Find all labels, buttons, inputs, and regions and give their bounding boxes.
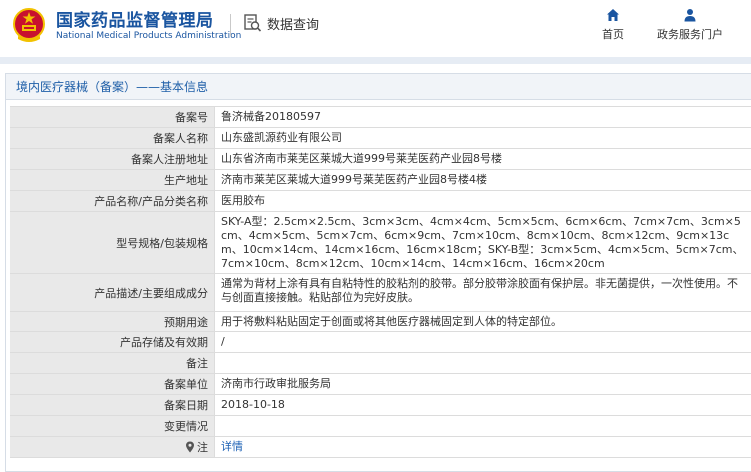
field-label: 产品名称/产品分类名称 (10, 191, 215, 211)
user-icon (684, 9, 696, 22)
brand-subtitle: National Medical Products Administration (56, 31, 242, 41)
field-value: 通常为背材上涂有具有自粘特性的胶粘剂的胶带。部分胶带涂胶面有保护层。非无菌提供，… (221, 277, 738, 304)
field-label: 生产地址 (10, 170, 215, 190)
field-value: SKY-A型：2.5cm×2.5cm、3cm×3cm、4cm×4cm、5cm×5… (221, 215, 744, 270)
table-row: 备案号 鲁济械备20180597 (10, 106, 751, 127)
nav-portal-label: 政务服务门户 (657, 28, 723, 41)
field-value: 山东盛凯源药业有限公司 (221, 131, 342, 144)
details-link[interactable]: 详情 (221, 440, 243, 454)
field-label: 预期用途 (10, 312, 215, 331)
table-row: 生产地址 济南市莱芜区莱城大道999号莱芜医药产业园8号楼4楼 (10, 169, 751, 190)
breadcrumb: 境内医疗器械（备案）——基本信息 (6, 74, 751, 100)
nav-home[interactable]: 首页 (602, 8, 624, 42)
nav-home-label: 首页 (602, 28, 624, 41)
table-row: 备注 (10, 352, 751, 373)
field-value: 医用胶布 (221, 194, 265, 207)
table-row: 备案人注册地址 山东省济南市莱芜区莱城大道999号莱芜医药产业园8号楼 (10, 148, 751, 169)
field-label: 型号规格/包装规格 (10, 212, 215, 273)
note-label-cell: 注 (10, 437, 215, 457)
field-value: 济南市莱芜区莱城大道999号莱芜医药产业园8号楼4楼 (221, 173, 487, 186)
table-row: 产品描述/主要组成成分 通常为背材上涂有具有自粘特性的胶粘剂的胶带。部分胶带涂胶… (10, 273, 751, 311)
field-label: 备案人名称 (10, 128, 215, 148)
field-label: 产品描述/主要组成成分 (10, 274, 215, 311)
site-header: 国家药品监督管理局 National Medical Products Admi… (0, 0, 751, 57)
field-value: 2018-10-18 (221, 398, 285, 411)
field-value: 用于将敷料粘贴固定于创面或将其他医疗器械固定到人体的特定部位。 (221, 314, 562, 328)
field-value: / (221, 335, 225, 348)
field-label: 注 (197, 441, 208, 454)
data-query-link[interactable]: 数据查询 (243, 13, 319, 33)
field-value (215, 416, 751, 436)
field-label: 备案单位 (10, 374, 215, 394)
national-emblem-icon[interactable] (12, 6, 46, 44)
brand-title[interactable]: 国家药品监督管理局 (56, 6, 214, 31)
header-divider (0, 57, 751, 64)
home-icon (607, 9, 619, 21)
search-icon (244, 14, 262, 32)
field-label: 备案日期 (10, 395, 215, 415)
field-label: 产品存储及有效期 (10, 332, 215, 352)
data-query-label: 数据查询 (267, 17, 320, 33)
table-row: 产品名称/产品分类名称 医用胶布 (10, 190, 751, 211)
field-label: 变更情况 (10, 416, 215, 436)
table-row: 注 详情 (10, 436, 751, 458)
field-label: 备案人注册地址 (10, 149, 215, 169)
nav-gov-portal[interactable]: 政务服务门户 (657, 8, 723, 42)
field-value: 鲁济械备20180597 (221, 110, 321, 123)
field-value: 济南市行政审批服务局 (221, 377, 331, 390)
table-row: 备案日期 2018-10-18 (10, 394, 751, 415)
table-row: 型号规格/包装规格 SKY-A型：2.5cm×2.5cm、3cm×3cm、4cm… (10, 211, 751, 273)
field-value: 详情 (215, 437, 751, 457)
field-label: 备案号 (10, 107, 215, 127)
table-row: 产品存储及有效期 / (10, 331, 751, 352)
table-row: 变更情况 (10, 415, 751, 436)
record-table: 备案号 鲁济械备20180597 备案人名称 山东盛凯源药业有限公司 备案人注册… (10, 106, 751, 458)
header-separator (230, 14, 231, 36)
field-value: 山东省济南市莱芜区莱城大道999号莱芜医药产业园8号楼 (221, 152, 502, 165)
table-row: 预期用途 用于将敷料粘贴固定于创面或将其他医疗器械固定到人体的特定部位。 (10, 311, 751, 331)
field-value (215, 353, 751, 373)
field-label: 备注 (10, 353, 215, 373)
pin-icon (186, 441, 194, 453)
table-row: 备案单位 济南市行政审批服务局 (10, 373, 751, 394)
table-row: 备案人名称 山东盛凯源药业有限公司 (10, 127, 751, 148)
